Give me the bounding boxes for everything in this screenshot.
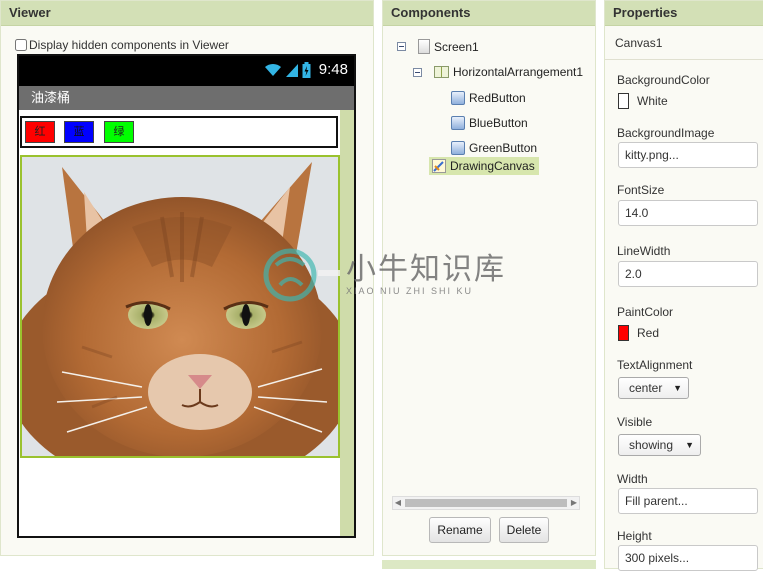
delete-button[interactable]: Delete	[499, 517, 549, 543]
signal-icon	[285, 63, 298, 77]
rename-button[interactable]: Rename	[429, 517, 491, 543]
tree-item-label: HorizontalArrangement1	[453, 65, 584, 79]
paint-color-picker[interactable]: Red	[618, 325, 659, 341]
text-alignment-value: center	[629, 381, 663, 395]
phone-preview: 9:48 油漆桶 红 蓝 绿	[17, 54, 356, 538]
tree-item-horizontal-arrangement1[interactable]: HorizontalArrangement1	[413, 65, 583, 79]
hidden-components-label: Display hidden components in Viewer	[29, 38, 229, 52]
phone-clock: 9:48	[318, 61, 348, 78]
tree-item-drawingcanvas[interactable]: DrawingCanvas	[429, 157, 539, 175]
button-icon	[451, 91, 465, 105]
button-icon	[451, 141, 465, 155]
text-alignment-dropdown[interactable]: center ▼	[618, 377, 689, 399]
red-button[interactable]: 红	[25, 121, 55, 143]
battery-icon	[302, 61, 311, 78]
tree-item-screen1[interactable]: Screen1	[397, 39, 479, 54]
height-field[interactable]: 300 pixels...	[618, 545, 758, 571]
wifi-icon	[264, 63, 281, 76]
tree-item-label: BlueButton	[469, 116, 528, 130]
background-color-picker[interactable]: White	[618, 93, 668, 109]
collapse-toggle-icon[interactable]	[413, 67, 422, 77]
visible-value: showing	[629, 438, 674, 452]
dropdown-caret-icon: ▼	[673, 383, 682, 393]
green-button[interactable]: 绿	[104, 121, 134, 143]
tree-item-label: Screen1	[434, 39, 479, 54]
viewer-header: Viewer	[1, 1, 373, 26]
horizontal-arrangement[interactable]: 红 蓝 绿	[20, 116, 338, 148]
components-header: Components	[383, 1, 595, 26]
viewer-panel: Viewer Display hidden components in View…	[0, 0, 374, 556]
color-swatch-icon	[618, 93, 629, 109]
height-label: Height	[617, 529, 652, 543]
horizontal-arrangement-icon	[434, 66, 449, 78]
tree-item-redbutton[interactable]: RedButton	[451, 91, 526, 105]
tree-item-bluebutton[interactable]: BlueButton	[451, 116, 528, 130]
tree-item-greenbutton[interactable]: GreenButton	[451, 141, 537, 155]
scroll-left-icon[interactable]: ◀	[393, 497, 403, 509]
width-field[interactable]: Fill parent...	[618, 488, 758, 514]
dropdown-caret-icon: ▼	[685, 440, 694, 450]
components-panel: Components Screen1 HorizontalArrangement…	[382, 0, 596, 556]
tree-item-label: GreenButton	[469, 141, 538, 155]
visible-label: Visible	[617, 415, 653, 429]
font-size-label: FontSize	[617, 183, 665, 197]
phone-screen: 红 蓝 绿	[19, 110, 354, 536]
selected-component-name: Canvas1	[615, 36, 663, 50]
kitty-image	[22, 157, 338, 456]
app-title-bar: 油漆桶	[19, 86, 354, 110]
phone-status-bar: 9:48	[19, 56, 354, 86]
background-image-field[interactable]: kitty.png...	[618, 142, 758, 168]
width-label: Width	[617, 472, 648, 486]
button-icon	[451, 116, 465, 130]
text-alignment-label: TextAlignment	[617, 358, 693, 372]
background-color-value: White	[637, 94, 668, 108]
screen-icon	[418, 39, 430, 54]
color-swatch-icon	[618, 325, 629, 341]
paint-color-label: PaintColor	[617, 305, 674, 319]
font-size-field[interactable]: 14.0	[618, 200, 758, 226]
collapse-toggle-icon[interactable]	[397, 42, 406, 51]
background-image-label: BackgroundImage	[617, 126, 715, 140]
hidden-components-checkbox-input[interactable]	[15, 39, 27, 51]
paint-color-value: Red	[637, 326, 660, 340]
display-hidden-components-checkbox[interactable]: Display hidden components in Viewer	[15, 38, 229, 52]
tree-item-label: RedButton	[469, 91, 526, 105]
blue-button[interactable]: 蓝	[64, 121, 94, 143]
line-width-label: LineWidth	[617, 244, 671, 258]
drawing-canvas[interactable]	[20, 155, 340, 458]
components-footer-strip	[382, 560, 596, 569]
visible-dropdown[interactable]: showing ▼	[618, 434, 701, 456]
canvas-icon	[432, 159, 446, 173]
divider	[605, 59, 763, 60]
properties-header: Properties	[605, 1, 763, 26]
viewer-scroll-strip	[340, 110, 354, 536]
properties-panel: Properties Canvas1 BackgroundColor White…	[604, 0, 763, 571]
background-color-label: BackgroundColor	[617, 73, 710, 87]
tree-item-label: DrawingCanvas	[450, 159, 535, 173]
components-horizontal-scrollbar[interactable]: ◀ ▶	[392, 496, 580, 510]
scrollbar-thumb[interactable]	[405, 499, 567, 507]
scroll-right-icon[interactable]: ▶	[569, 497, 579, 509]
line-width-field[interactable]: 2.0	[618, 261, 758, 287]
